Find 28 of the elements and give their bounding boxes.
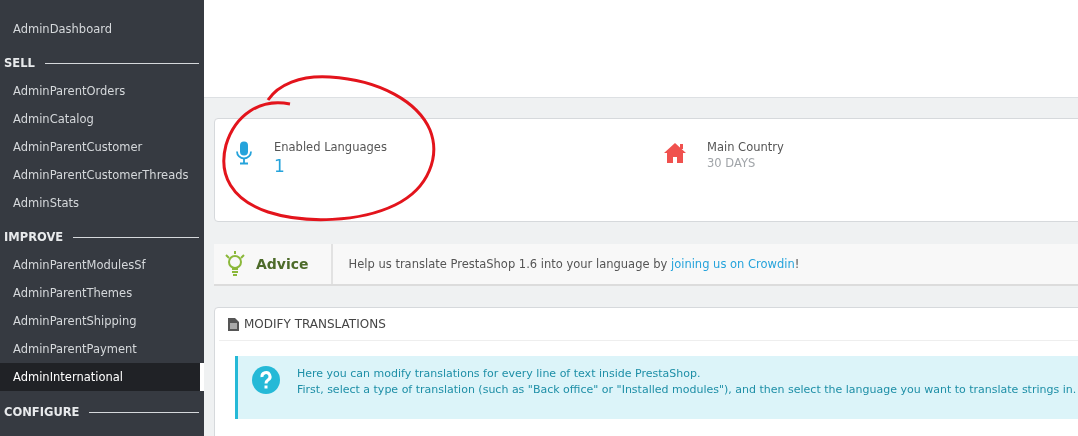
kpi-label: Main Country (707, 139, 784, 156)
sidebar-item[interactable]: AdminParentCustomer (0, 135, 204, 163)
info-text: First, select a type of translation (such as "Back office" or "Installed modules"), and then select the language you want to translate strings in. (297, 382, 1077, 398)
panel-title: MODIFY TRANSLATIONS (244, 317, 386, 331)
sidebar-item[interactable]: AdminInternational (0, 363, 204, 391)
sidebar-item[interactable]: AdminParentModulesSf (0, 253, 204, 281)
sidebar-item[interactable]: AdminDashboard (0, 17, 204, 45)
sidebar-item[interactable]: AdminParentOrders (0, 79, 204, 107)
sidebar-item[interactable]: AdminParentPayment (0, 337, 204, 365)
section-heading: CONFIGURE (4, 405, 80, 419)
kpi-label: Enabled Languages (274, 139, 387, 156)
sidebar-item[interactable]: AdminParentThemes (0, 281, 204, 309)
section-heading: IMPROVE (4, 230, 64, 244)
lightbulb-icon (224, 251, 246, 277)
help-icon (252, 366, 280, 394)
advice-title: Advice (256, 256, 309, 272)
kpi-value: 30 DAYS (707, 156, 757, 170)
info-text: Here you can modify translations for every line of text inside PrestaShop. (297, 366, 702, 382)
sidebar-item[interactable]: AdminCatalog (0, 107, 204, 135)
advice-text: Help us translate PrestaShop 1.6 into your language by joining us on Crowdin! (348, 257, 800, 271)
kpi-value: 1 (274, 156, 286, 176)
house-icon (664, 141, 686, 165)
sidebar-item[interactable]: AdminParentCustomerThreads (0, 163, 204, 191)
microphone-icon (235, 141, 253, 165)
document-icon (228, 317, 239, 331)
section-heading: SELL (4, 56, 35, 70)
sidebar-item[interactable]: AdminStats (0, 191, 204, 219)
sidebar-item[interactable]: AdminParentShipping (0, 309, 204, 337)
